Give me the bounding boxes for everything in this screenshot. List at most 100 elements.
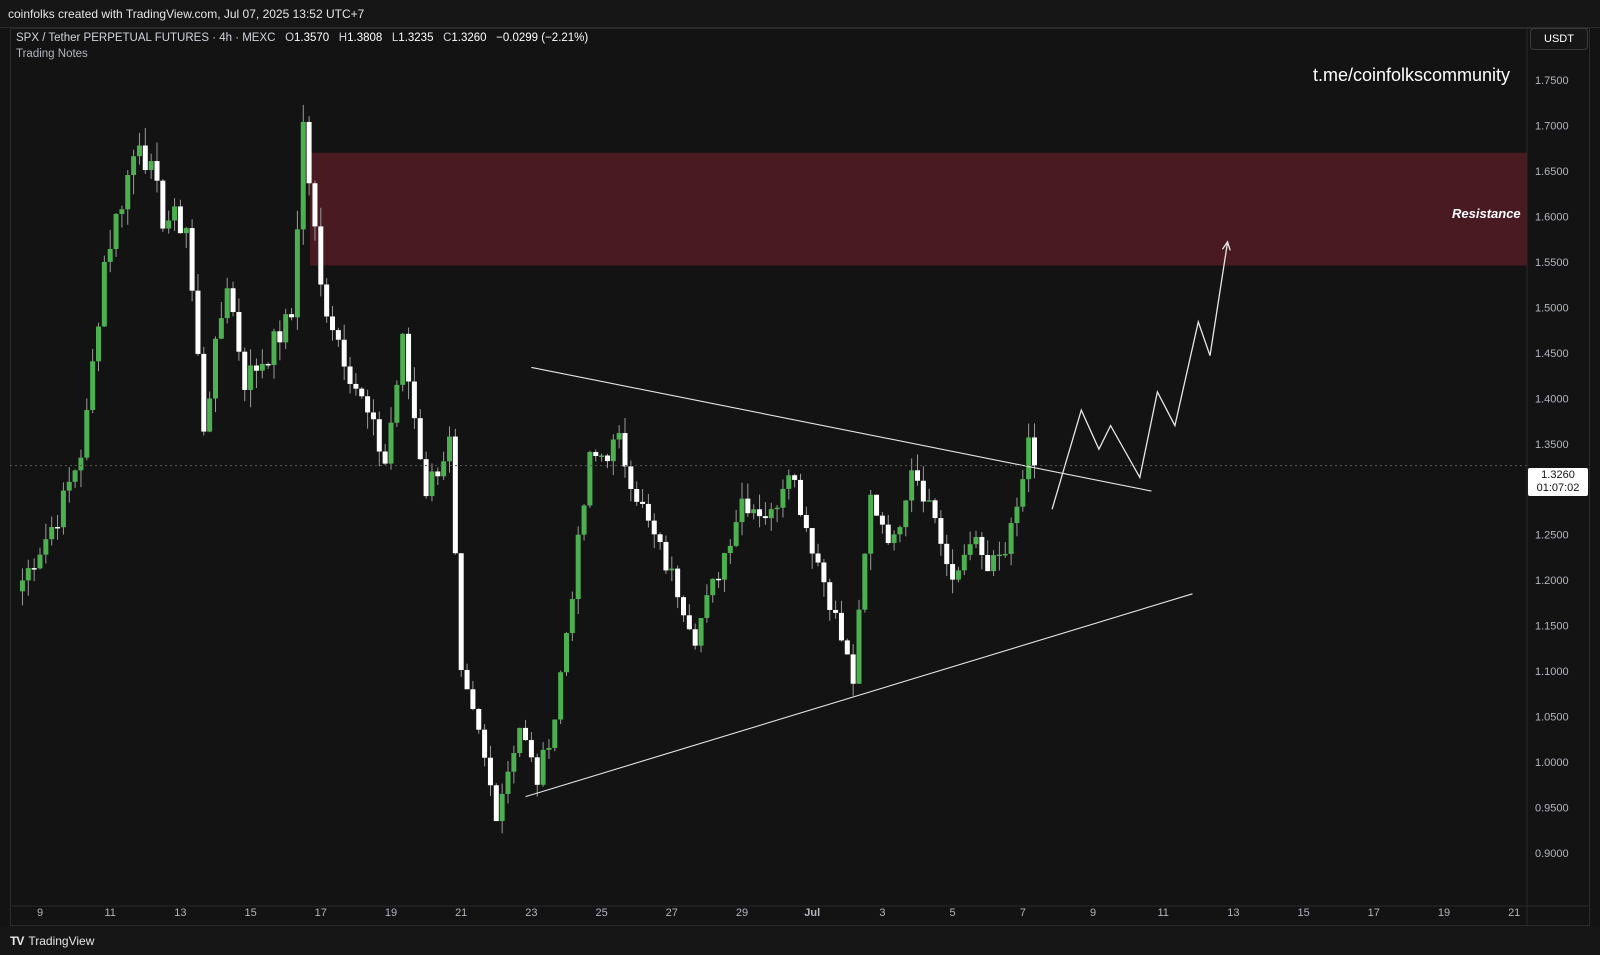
candle bbox=[786, 469, 792, 500]
candle bbox=[575, 526, 581, 615]
candle bbox=[645, 494, 651, 528]
candle bbox=[874, 494, 880, 517]
candle bbox=[716, 572, 722, 589]
candle-body bbox=[844, 640, 850, 655]
candle-body bbox=[552, 719, 558, 748]
candle-body bbox=[768, 509, 774, 519]
candle bbox=[423, 451, 429, 499]
candle-body bbox=[955, 570, 961, 580]
candle bbox=[1020, 469, 1026, 512]
candle-body bbox=[300, 121, 306, 230]
high-value: 1.3808 bbox=[347, 32, 383, 44]
candle-body bbox=[207, 398, 213, 432]
candle-body bbox=[681, 597, 686, 616]
candle bbox=[347, 357, 353, 394]
price-tick-label: 1.2500 bbox=[1535, 530, 1569, 542]
candle-body bbox=[528, 740, 534, 758]
candle bbox=[698, 617, 704, 653]
candle-body bbox=[1002, 553, 1008, 556]
candle bbox=[903, 499, 909, 537]
candle bbox=[517, 727, 523, 758]
candle bbox=[727, 539, 733, 565]
candle bbox=[429, 463, 435, 502]
ohlc-legend: SPX / Tether PERPETUAL FUTURES · 4h · ME… bbox=[16, 32, 588, 44]
candle bbox=[996, 541, 1002, 571]
candle-body bbox=[874, 494, 880, 516]
price-tick-label: 1.1500 bbox=[1535, 621, 1569, 633]
candle-body bbox=[610, 439, 616, 462]
candle bbox=[242, 347, 248, 402]
candle-body bbox=[253, 365, 259, 371]
candle-body bbox=[926, 500, 932, 502]
candle-body bbox=[417, 418, 423, 460]
candle-body bbox=[721, 553, 727, 580]
candle-body bbox=[868, 494, 874, 554]
change-value: −0.0299 (−2.21%) bbox=[496, 32, 589, 44]
candle-body bbox=[55, 526, 61, 529]
candle-body bbox=[727, 545, 733, 554]
candle-body bbox=[72, 470, 78, 482]
candle bbox=[499, 783, 505, 834]
candle bbox=[721, 552, 727, 592]
resistance-zone bbox=[310, 152, 1527, 266]
candle-body bbox=[593, 452, 599, 456]
candle bbox=[1014, 497, 1020, 537]
candle-body bbox=[189, 228, 195, 291]
candle bbox=[534, 753, 540, 797]
candle bbox=[821, 558, 827, 597]
price-tick-label: 1.0000 bbox=[1535, 757, 1569, 769]
trading-notes-label[interactable]: Trading Notes bbox=[16, 48, 88, 60]
candle-body bbox=[991, 555, 997, 572]
candle-body bbox=[84, 410, 90, 458]
candle bbox=[72, 469, 78, 489]
candle bbox=[897, 525, 903, 543]
candle bbox=[236, 298, 242, 361]
price-tick-label: 1.3500 bbox=[1535, 439, 1569, 451]
candle bbox=[558, 670, 564, 725]
candle-body bbox=[909, 470, 915, 501]
price-tick-label: 1.5500 bbox=[1535, 257, 1569, 269]
candle-body bbox=[66, 481, 72, 491]
time-tick-label: 7 bbox=[1020, 907, 1026, 919]
currency-button[interactable]: USDT bbox=[1530, 28, 1588, 50]
candle bbox=[154, 142, 160, 193]
candle bbox=[101, 255, 107, 327]
candle-body bbox=[476, 709, 482, 730]
price-chart[interactable]: 1.7500 1.7000 1.6500 1.6000 1.5500 1.5000 1.45… bbox=[0, 0, 1600, 955]
time-tick-label: 11 bbox=[104, 907, 115, 919]
candle-body bbox=[119, 209, 125, 214]
candle-body bbox=[125, 175, 131, 210]
candle bbox=[511, 745, 517, 784]
candle-body bbox=[622, 433, 628, 467]
candle-body bbox=[330, 316, 335, 331]
time-tick-label: 9 bbox=[37, 907, 43, 919]
candle bbox=[131, 149, 137, 195]
candle-body bbox=[1020, 479, 1026, 507]
time-tick-label: 19 bbox=[1438, 907, 1450, 919]
candle bbox=[920, 466, 926, 513]
candle-body bbox=[979, 536, 985, 555]
candle bbox=[230, 281, 236, 317]
candle bbox=[277, 320, 283, 361]
candle-body bbox=[932, 500, 938, 519]
candle-body bbox=[224, 288, 230, 319]
candle-body bbox=[306, 121, 312, 184]
candle-body bbox=[564, 633, 569, 673]
candle-body bbox=[1032, 437, 1037, 466]
tradingview-logo[interactable]: TV TradingView bbox=[10, 934, 94, 948]
candle bbox=[195, 274, 201, 356]
candle-body bbox=[283, 314, 289, 343]
bar-countdown: 01:07:02 bbox=[1536, 482, 1580, 494]
candle-body bbox=[31, 568, 37, 570]
candle bbox=[90, 348, 96, 414]
candle bbox=[891, 530, 897, 551]
candle-body bbox=[49, 526, 55, 540]
candle bbox=[458, 553, 464, 677]
candle-body bbox=[809, 528, 815, 554]
candle bbox=[359, 387, 365, 399]
candle-body bbox=[996, 554, 1002, 557]
candle-body bbox=[745, 498, 751, 514]
symbol-title[interactable]: SPX / Tether PERPETUAL FUTURES · 4h · ME… bbox=[16, 32, 275, 44]
price-tick-label: 1.0500 bbox=[1535, 712, 1569, 724]
candle-body bbox=[248, 365, 254, 390]
